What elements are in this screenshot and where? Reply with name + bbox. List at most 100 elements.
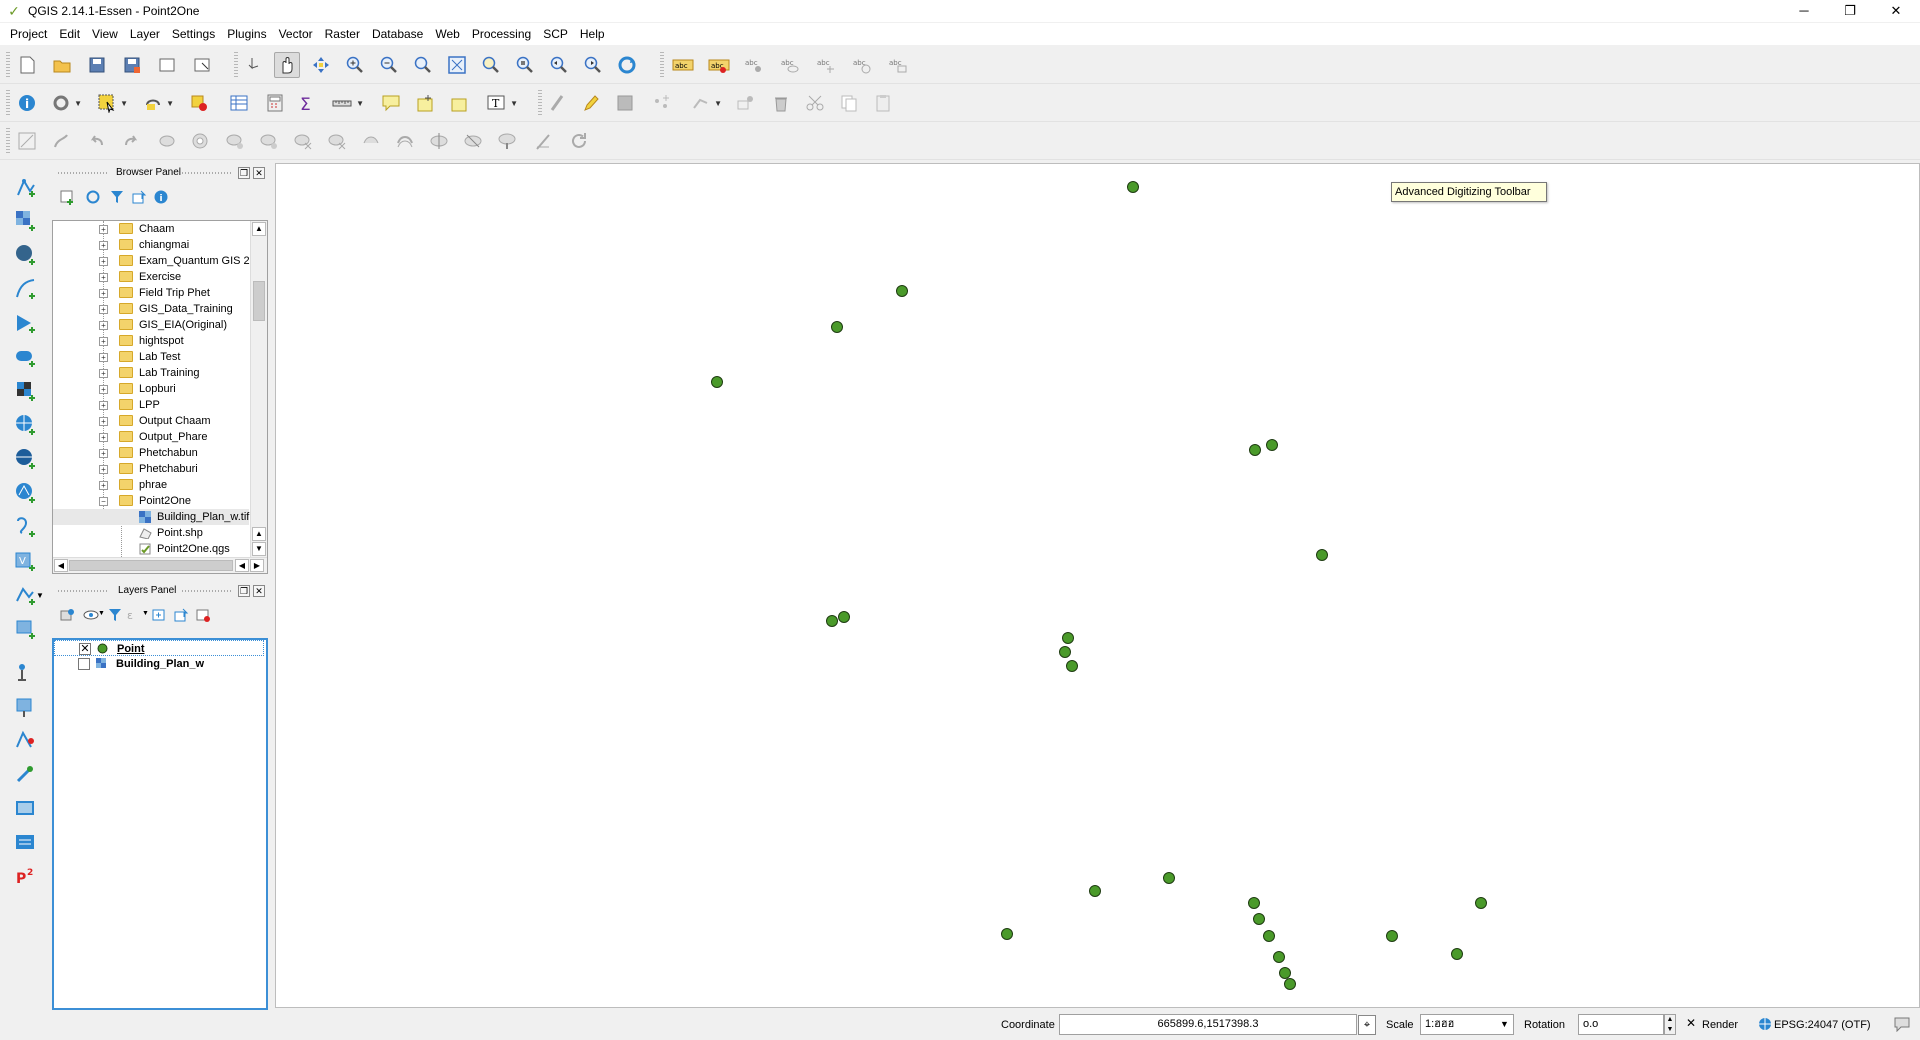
- statistical-summary-icon[interactable]: Σ: [294, 90, 320, 116]
- map-point-feature[interactable]: [1089, 885, 1101, 897]
- menu-web[interactable]: Web: [429, 24, 465, 44]
- zoom-in-icon[interactable]: [342, 52, 368, 78]
- reshape-features-icon[interactable]: [358, 128, 384, 154]
- pan-to-selection-icon[interactable]: [308, 52, 334, 78]
- open-project-icon[interactable]: [49, 52, 75, 78]
- browser-vertical-scrollbar[interactable]: ▲ ▲ ▼: [250, 221, 267, 558]
- layer-row-point[interactable]: ✕ Point: [54, 640, 264, 656]
- new-shapefile-layer-icon[interactable]: ▼: [12, 581, 44, 609]
- composer-manager-icon[interactable]: [189, 52, 215, 78]
- menu-view[interactable]: View: [86, 24, 124, 44]
- show-bookmarks-icon[interactable]: [446, 90, 472, 116]
- coordinate-toggle-icon[interactable]: ⌖: [1358, 1015, 1376, 1035]
- layer-visibility-checkbox[interactable]: [78, 658, 90, 670]
- map-point-feature[interactable]: [826, 615, 838, 627]
- expand-icon[interactable]: +: [99, 289, 108, 298]
- coordinate-field[interactable]: 665899.6,1517398.3: [1059, 1014, 1357, 1035]
- scrollbar-thumb[interactable]: [69, 560, 233, 571]
- properties-info-icon[interactable]: i: [152, 188, 170, 206]
- browser-item[interactable]: + Lopburi: [53, 381, 249, 397]
- add-oracle-layer-icon[interactable]: [12, 377, 40, 405]
- scrollbar-thumb[interactable]: [253, 281, 265, 321]
- browser-child-item[interactable]: Point2One.qgs: [53, 541, 249, 557]
- text-annotation-icon[interactable]: T ▼: [484, 90, 518, 116]
- menu-help[interactable]: Help: [574, 24, 611, 44]
- add-wcs-layer-icon[interactable]: [12, 445, 40, 473]
- enable-tracing-icon[interactable]: [48, 128, 74, 154]
- zoom-out-icon[interactable]: [376, 52, 402, 78]
- delete-ring-icon[interactable]: [290, 128, 316, 154]
- add-postgis-layer-icon[interactable]: [12, 241, 40, 269]
- float-panel-button[interactable]: ❐: [238, 167, 250, 179]
- add-spatialite-layer-icon[interactable]: [12, 275, 40, 303]
- measure-line-icon[interactable]: ▼: [330, 90, 364, 116]
- copy-features-icon[interactable]: [836, 90, 862, 116]
- browser-horizontal-scrollbar[interactable]: ◀ ◀ ▶: [53, 557, 267, 573]
- map-point-feature[interactable]: [1316, 549, 1328, 561]
- select-by-expression-icon[interactable]: ▼: [140, 90, 174, 116]
- browser-item[interactable]: + Exam_Quantum GIS 2.0: [53, 253, 259, 269]
- map-point-feature[interactable]: [1253, 913, 1265, 925]
- georeferencer-icon[interactable]: [12, 693, 40, 721]
- rotation-spinner-icon[interactable]: ▲ ▼: [1664, 1014, 1676, 1035]
- map-point-feature[interactable]: [711, 376, 723, 388]
- browser-item[interactable]: + GIS_EIA(Original): [53, 317, 249, 333]
- expand-icon[interactable]: +: [99, 401, 108, 410]
- map-point-feature[interactable]: [831, 321, 843, 333]
- add-ring-icon[interactable]: [188, 128, 214, 154]
- browser-item[interactable]: + Phetchabun: [53, 445, 249, 461]
- redo-icon[interactable]: [118, 128, 144, 154]
- menu-raster[interactable]: Raster: [319, 24, 366, 44]
- browser-item[interactable]: + Output Chaam: [53, 413, 249, 429]
- field-calculator-icon[interactable]: [262, 90, 288, 116]
- undo-icon[interactable]: [84, 128, 110, 154]
- scroll-up-arrow-icon[interactable]: ▲: [252, 222, 266, 236]
- zoom-next-icon[interactable]: [580, 52, 606, 78]
- scroll-left-arrow-icon[interactable]: ◀: [235, 559, 249, 572]
- save-project-icon[interactable]: [84, 52, 110, 78]
- expand-icon[interactable]: +: [99, 321, 108, 330]
- expand-all-icon[interactable]: [150, 606, 168, 624]
- scale-dropdown-chevron-icon[interactable]: ▼: [1500, 1019, 1509, 1029]
- close-panel-button[interactable]: ✕: [253, 585, 265, 597]
- rotation-field[interactable]: o.o: [1578, 1014, 1664, 1035]
- map-point-feature[interactable]: [1451, 948, 1463, 960]
- pin-labels-icon[interactable]: abc: [742, 52, 768, 78]
- expand-icon[interactable]: +: [99, 225, 108, 234]
- menu-settings[interactable]: Settings: [166, 24, 221, 44]
- remove-layer-icon[interactable]: [194, 606, 212, 624]
- add-virtual-layer-icon[interactable]: V: [12, 547, 40, 575]
- layer-row-building-plan[interactable]: Building_Plan_w: [54, 656, 264, 672]
- maximize-button[interactable]: ❐: [1827, 0, 1873, 22]
- browser-item[interactable]: + LPP: [53, 397, 249, 413]
- run-feature-action-icon[interactable]: ▼: [48, 90, 82, 116]
- expand-icon[interactable]: +: [99, 241, 108, 250]
- zoom-full-icon[interactable]: [444, 52, 470, 78]
- browser-item[interactable]: + Exercise: [53, 269, 249, 285]
- map-point-feature[interactable]: [1249, 444, 1261, 456]
- raster-calculator-icon[interactable]: [12, 795, 40, 823]
- menu-database[interactable]: Database: [366, 24, 429, 44]
- merge-features-icon[interactable]: [494, 128, 520, 154]
- menu-edit[interactable]: Edit: [53, 24, 86, 44]
- messages-icon[interactable]: [1893, 1016, 1911, 1035]
- map-point-feature[interactable]: [1284, 978, 1296, 990]
- map-point-feature[interactable]: [838, 611, 850, 623]
- scroll-up-arrow-icon[interactable]: ▲: [252, 527, 266, 541]
- map-point-feature[interactable]: [1248, 897, 1260, 909]
- add-delimited-text-icon[interactable]: [12, 513, 40, 541]
- filter-by-expression-icon[interactable]: ε ▼: [126, 606, 149, 624]
- refresh-icon[interactable]: [614, 52, 640, 78]
- identify-features-icon[interactable]: i: [14, 90, 40, 116]
- browser-item[interactable]: + Output_Phare: [53, 429, 249, 445]
- browser-item[interactable]: − Point2One: [53, 493, 249, 509]
- fill-ring-icon[interactable]: [256, 128, 282, 154]
- menu-plugins[interactable]: Plugins: [221, 24, 272, 44]
- expand-icon[interactable]: +: [99, 449, 108, 458]
- expand-icon[interactable]: +: [99, 465, 108, 474]
- expand-icon[interactable]: +: [99, 481, 108, 490]
- browser-item[interactable]: + hightspot: [53, 333, 249, 349]
- move-label-icon[interactable]: abc: [814, 52, 840, 78]
- browser-item[interactable]: + GIS_Data_Training: [53, 301, 249, 317]
- save-as-icon[interactable]: [119, 52, 145, 78]
